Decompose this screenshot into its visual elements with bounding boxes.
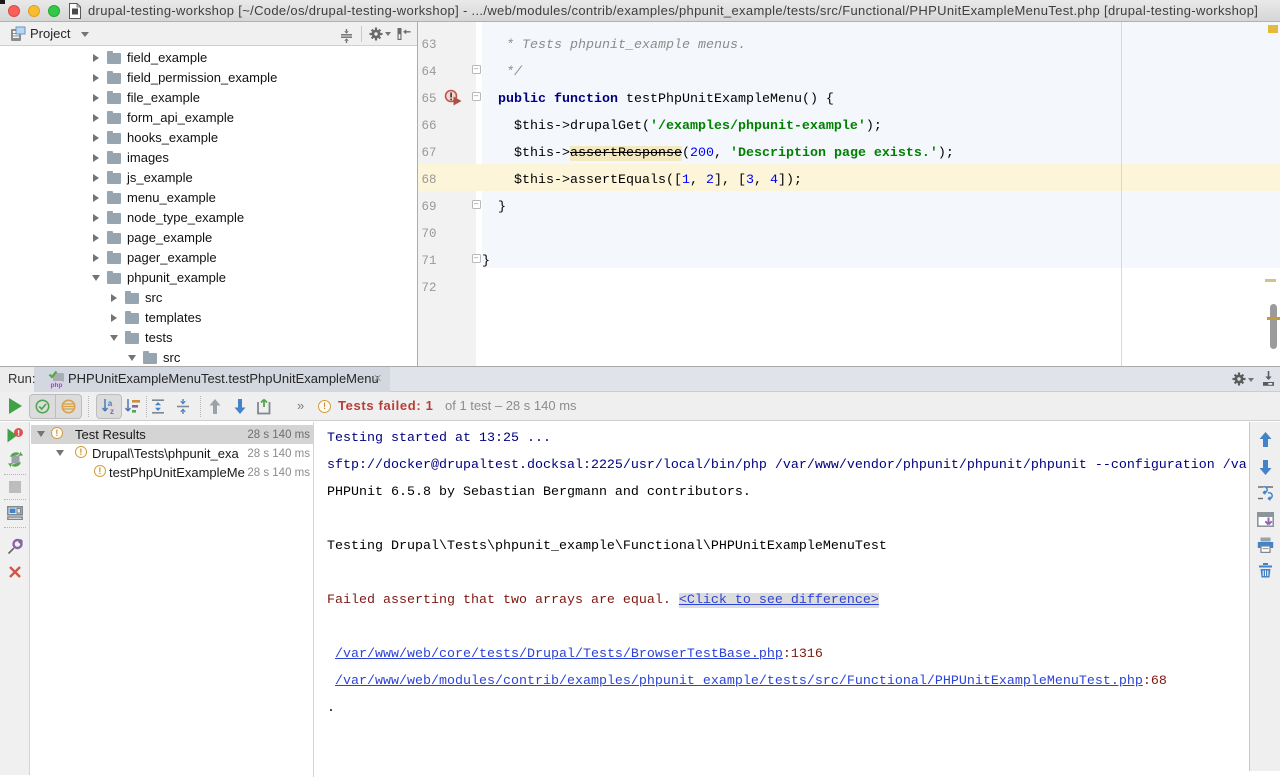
svg-text:php: php bbox=[51, 382, 63, 389]
svg-text:z: z bbox=[110, 407, 114, 415]
